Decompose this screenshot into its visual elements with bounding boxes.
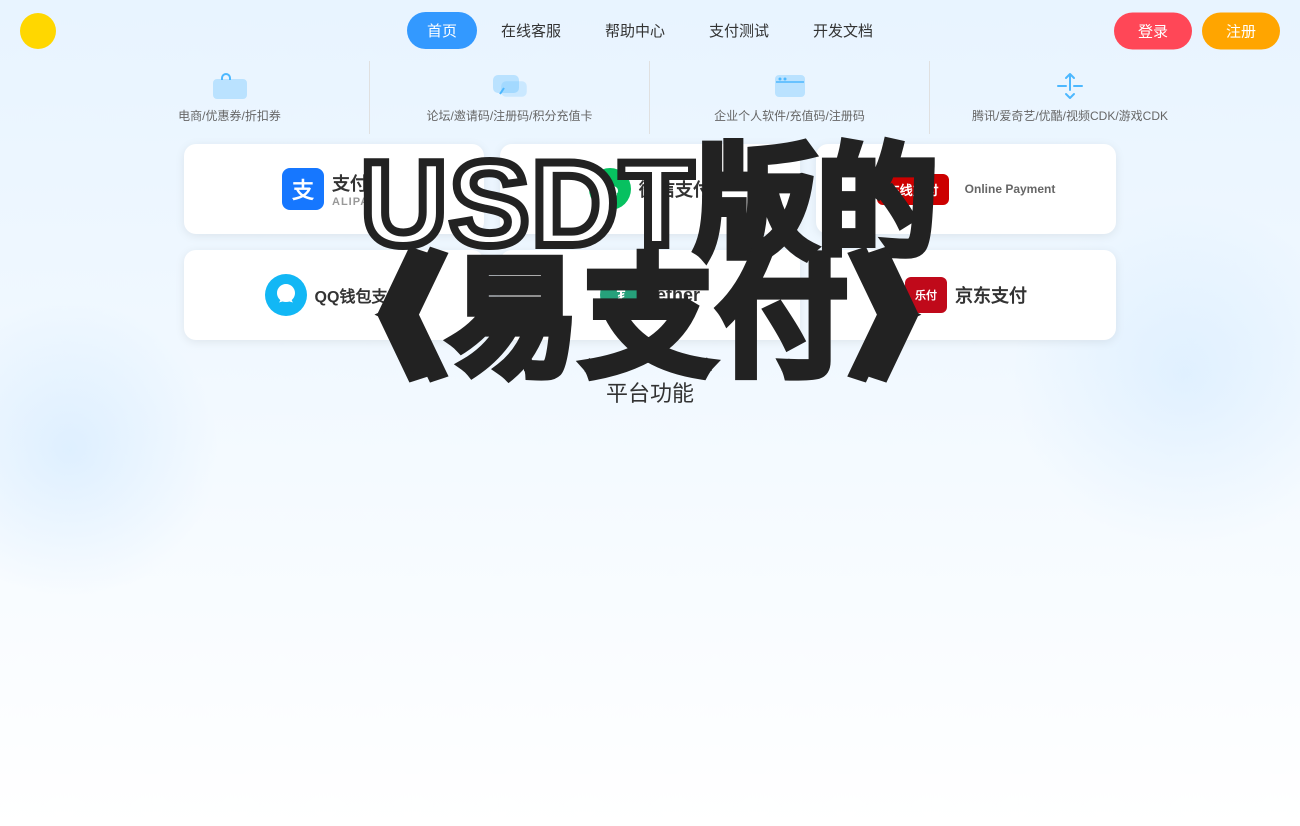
tether-name: tether — [650, 285, 700, 306]
qq-card[interactable]: QQ钱包支付 — [184, 250, 484, 340]
wechat-icon — [589, 168, 631, 210]
logo — [20, 13, 56, 49]
tether-icon: ₮ — [600, 274, 642, 316]
category-software[interactable]: 企业个人软件/充值码/注册码 — [650, 61, 930, 134]
qq-name: QQ钱包支付 — [315, 283, 404, 307]
qq-icon — [265, 274, 307, 316]
nav-home[interactable]: 首页 — [407, 12, 477, 49]
category-software-label: 企业个人软件/充值码/注册码 — [714, 107, 865, 124]
category-ecommerce-label: 电商/优惠券/折扣券 — [178, 107, 281, 124]
navigation: 首页 在线客服 帮助中心 支付测试 开发文档 登录 注册 — [0, 0, 1300, 61]
online-pay-logo: 在线支付 Online Payment — [877, 174, 1056, 205]
payment-grid: 支 支付宝 ALIPAY 微信支付 — [40, 144, 1260, 356]
alipay-sub: ALIPAY — [332, 196, 386, 208]
svg-text:₮: ₮ — [617, 287, 626, 303]
category-media-label: 腾讯/爱奇艺/优酷/视频CDK/游戏CDK — [972, 107, 1168, 124]
platform-title: 平台功能 — [0, 376, 1300, 408]
jd-logo: 乐付 京东支付 — [905, 277, 1027, 313]
payment-row-2: QQ钱包支付 ₮ tether 乐付 — [100, 250, 1200, 340]
ecommerce-icon — [210, 71, 250, 101]
media-icon — [1050, 71, 1090, 101]
payment-row-1: 支 支付宝 ALIPAY 微信支付 — [100, 144, 1200, 234]
jd-name: 京东支付 — [955, 282, 1027, 308]
wechat-card[interactable]: 微信支付 — [500, 144, 800, 234]
wechat-name: 微信支付 — [639, 176, 711, 202]
online-pay-icon: 在线支付 — [877, 174, 949, 205]
jd-card[interactable]: 乐付 京东支付 — [816, 250, 1116, 340]
register-button[interactable]: 注册 — [1202, 12, 1280, 49]
tether-logo: ₮ tether — [600, 274, 700, 316]
jd-icon-text: 乐付 — [915, 287, 937, 303]
forum-icon — [490, 71, 530, 101]
nav-help[interactable]: 帮助中心 — [585, 12, 685, 49]
category-forum-label: 论坛/邀请码/注册码/积分充值卡 — [426, 107, 592, 124]
category-forum[interactable]: 论坛/邀请码/注册码/积分充值卡 — [370, 61, 650, 134]
online-pay-sub: Online Payment — [965, 182, 1056, 196]
nav-dev-docs[interactable]: 开发文档 — [793, 12, 893, 49]
alipay-card[interactable]: 支 支付宝 ALIPAY — [184, 144, 484, 234]
nav-pay-test[interactable]: 支付测试 — [689, 12, 789, 49]
tether-card[interactable]: ₮ tether — [500, 250, 800, 340]
wechat-logo: 微信支付 — [589, 168, 711, 210]
alipay-logo: 支 支付宝 ALIPAY — [282, 168, 386, 210]
nav-buttons: 登录 注册 — [1114, 12, 1280, 49]
online-pay-card[interactable]: 在线支付 Online Payment — [816, 144, 1116, 234]
category-media[interactable]: 腾讯/爱奇艺/优酷/视频CDK/游戏CDK — [930, 61, 1210, 134]
qq-logo: QQ钱包支付 — [265, 274, 404, 316]
alipay-name: 支付宝 — [332, 170, 386, 196]
category-bar: 电商/优惠券/折扣券 论坛/邀请码/注册码/积分充值卡 企业个人软件/充值码/注… — [0, 61, 1300, 134]
bottom-section: 平台功能 — [0, 356, 1300, 408]
category-ecommerce[interactable]: 电商/优惠券/折扣券 — [90, 61, 370, 134]
software-icon — [770, 71, 810, 101]
jd-icon: 乐付 — [905, 277, 947, 313]
hero-section: USDT版的 《易支付》 支 支付宝 ALIPAY — [0, 134, 1300, 356]
login-button[interactable]: 登录 — [1114, 12, 1192, 49]
nav-items: 首页 在线客服 帮助中心 支付测试 开发文档 — [407, 12, 893, 49]
alipay-icon: 支 — [282, 168, 324, 210]
nav-support[interactable]: 在线客服 — [481, 12, 581, 49]
